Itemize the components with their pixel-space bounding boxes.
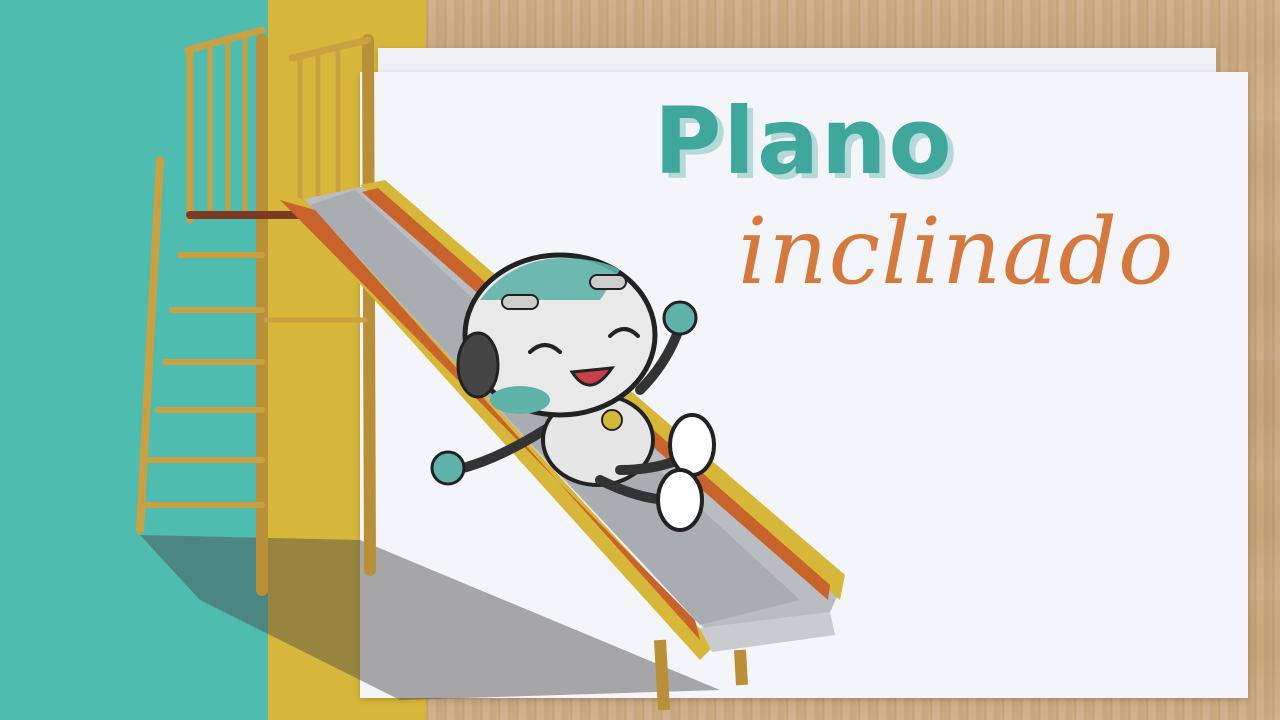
- robot-foot: [668, 413, 716, 477]
- robot-foot: [656, 468, 704, 532]
- robot-right-hand: [662, 300, 698, 336]
- ladder: [136, 26, 376, 596]
- robot-ear: [456, 331, 500, 399]
- scene: Plano inclinado: [0, 0, 1280, 720]
- slide-illustration: [136, 26, 845, 711]
- robot-left-hand: [430, 450, 466, 486]
